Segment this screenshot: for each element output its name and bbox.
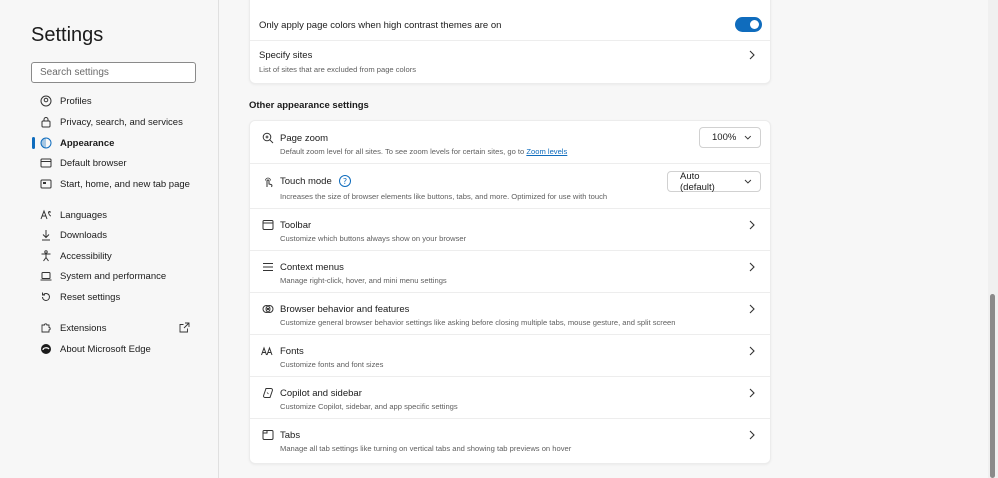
sidebar-item-label: Reset settings <box>60 291 121 303</box>
tabs-desc: Manage all tab settings like turning on … <box>280 444 572 453</box>
touch-mode-dropdown[interactable]: Auto (default) <box>667 170 761 193</box>
copilot-icon <box>263 388 273 398</box>
sidebar-item-label: Profiles <box>60 95 92 107</box>
chevron-right-icon <box>749 262 755 272</box>
sidebar-item-label: Privacy, search, and services <box>60 116 183 128</box>
page-zoom-dropdown[interactable]: 100% <box>699 127 761 148</box>
browser-behavior-title: Browser behavior and features <box>280 304 410 315</box>
touch-mode-value: Auto (default) <box>680 170 715 193</box>
lock-icon <box>39 116 52 129</box>
sidebar-item-label: About Microsoft Edge <box>60 343 151 355</box>
sidebar-item-label: Appearance <box>60 137 115 149</box>
sidebar-item-about[interactable]: About Microsoft Edge <box>31 340 201 358</box>
menu-icon <box>263 263 273 271</box>
edge-icon <box>39 343 52 356</box>
sidebar-item-extensions[interactable]: Extensions <box>31 319 201 337</box>
sidebar-item-reset[interactable]: Reset settings <box>31 288 201 306</box>
copilot-desc: Customize Copilot, sidebar, and app spec… <box>280 402 458 411</box>
chevron-right-icon <box>749 346 755 356</box>
sidebar-item-label: System and performance <box>60 270 167 282</box>
sidebar-item-default-browser[interactable]: Default browser <box>31 154 201 172</box>
sidebar-item-downloads[interactable]: Downloads <box>31 226 201 244</box>
laptop-icon <box>39 270 52 283</box>
settings-title: Settings <box>31 24 104 46</box>
toolbar-icon <box>262 220 274 230</box>
touch-icon <box>265 177 273 188</box>
sidebar-item-languages[interactable]: Languages <box>31 206 201 224</box>
chevron-right-icon <box>749 220 755 230</box>
sidebar-item-label: Extensions <box>60 322 107 334</box>
chevron-down-icon <box>744 179 752 184</box>
fonts-title: Fonts <box>280 346 304 357</box>
fonts-icon <box>261 346 273 356</box>
sidebar-item-privacy[interactable]: Privacy, search, and services <box>31 113 201 131</box>
chevron-right-icon <box>749 304 755 314</box>
section-heading: Other appearance settings <box>249 100 369 111</box>
divider <box>250 163 770 164</box>
download-icon <box>39 229 52 242</box>
specify-sites-desc: List of sites that are excluded from pag… <box>259 65 417 74</box>
sidebar-item-system[interactable]: System and performance <box>31 267 201 285</box>
copilot-title: Copilot and sidebar <box>280 388 362 399</box>
sidebar-item-appearance[interactable]: Appearance <box>31 134 201 152</box>
sidebar-item-label: Downloads <box>60 229 107 241</box>
zoom-levels-link[interactable]: Zoom levels <box>526 147 567 156</box>
behavior-icon <box>262 305 274 313</box>
chevron-right-icon <box>749 50 755 60</box>
sidebar-item-accessibility[interactable]: Accessibility <box>31 247 201 265</box>
toolbar-desc: Customize which buttons always show on y… <box>280 234 467 243</box>
page-zoom-desc-text: Default zoom level for all sites. To see… <box>280 147 525 156</box>
accessibility-icon <box>39 250 52 263</box>
search-input[interactable] <box>31 62 196 83</box>
toolbar-row[interactable] <box>250 209 770 250</box>
only-apply-label: Only apply page colors when high contras… <box>259 20 502 31</box>
specify-sites-title: Specify sites <box>259 50 313 61</box>
sidebar-item-label: Languages <box>60 209 108 221</box>
home-tab-icon <box>39 178 52 191</box>
browser-icon <box>39 157 52 170</box>
chevron-down-icon <box>744 135 752 140</box>
profile-icon <box>39 95 52 108</box>
sidebar-item-profiles[interactable]: Profiles <box>31 92 201 110</box>
specify-sites-row[interactable] <box>250 41 770 83</box>
tabs-row[interactable] <box>250 419 770 463</box>
languages-icon <box>39 209 52 222</box>
browser-behavior-desc: Customize general browser behavior setti… <box>280 318 676 327</box>
page-zoom-title: Page zoom <box>280 133 329 144</box>
context-menus-title: Context menus <box>280 262 344 273</box>
sidebar-item-label: Start, home, and new tab page <box>60 178 190 190</box>
scrollbar-thumb[interactable] <box>990 294 995 478</box>
toolbar-title: Toolbar <box>280 220 312 231</box>
toggle-knob <box>750 20 759 29</box>
fonts-row[interactable] <box>250 335 770 376</box>
context-menus-desc: Manage right-click, hover, and mini menu… <box>280 276 447 285</box>
touch-mode-desc: Increases the size of browser elements l… <box>280 192 608 201</box>
sidebar-item-start-home[interactable]: Start, home, and new tab page <box>31 175 201 193</box>
zoom-icon <box>262 132 274 144</box>
sidebar-item-label: Default browser <box>60 157 127 169</box>
reset-icon <box>39 291 52 304</box>
chevron-right-icon <box>749 430 755 440</box>
tabs-title: Tabs <box>280 430 301 441</box>
page-zoom-value: 100% <box>712 132 737 143</box>
tabs-icon <box>262 430 274 440</box>
touch-mode-title: Touch mode <box>280 176 332 187</box>
high-contrast-toggle[interactable] <box>735 17 762 32</box>
puzzle-icon <box>39 322 52 335</box>
appearance-icon <box>39 137 52 150</box>
external-link-icon[interactable] <box>179 322 190 333</box>
chevron-right-icon <box>749 388 755 398</box>
sidebar-item-label: Accessibility <box>60 250 112 262</box>
fonts-desc: Customize fonts and font sizes <box>280 360 384 369</box>
page-zoom-desc: Default zoom level for all sites. To see… <box>280 147 567 156</box>
help-icon[interactable]: ? <box>339 175 351 187</box>
